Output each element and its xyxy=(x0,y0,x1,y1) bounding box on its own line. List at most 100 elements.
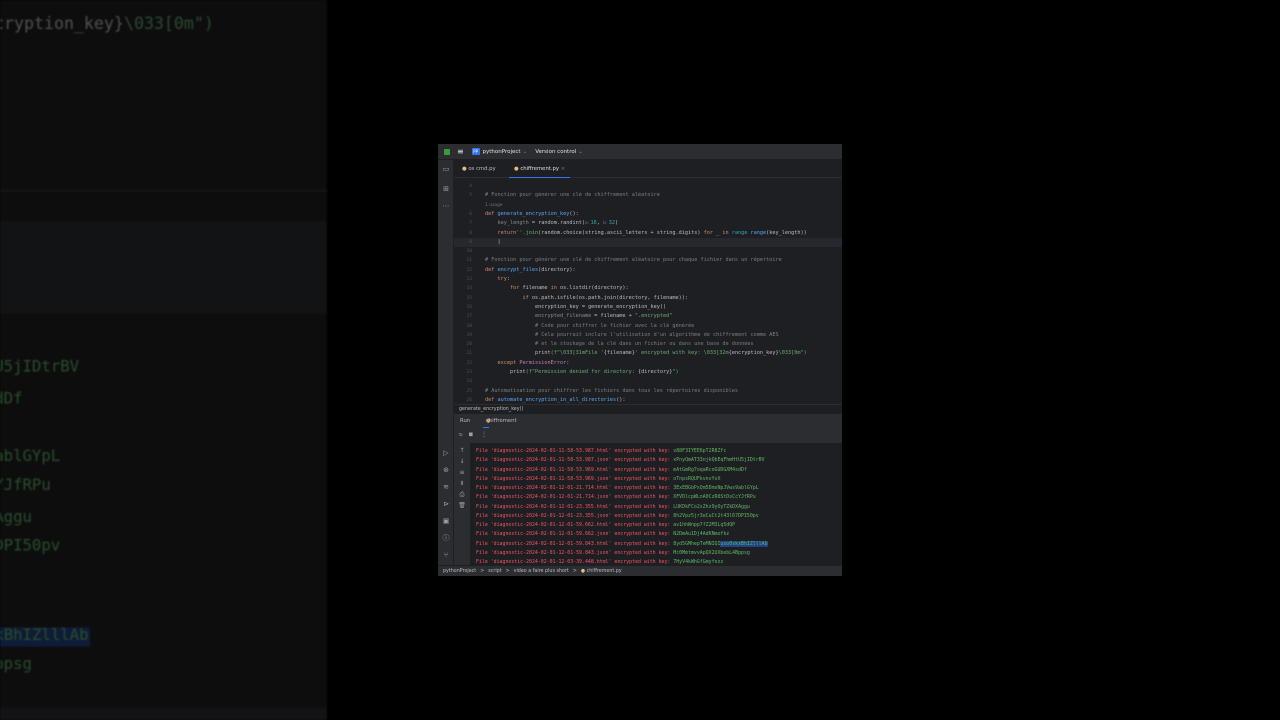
line-number: 10 xyxy=(466,249,472,255)
code-line[interactable]: 16 encryption_key = generate_encryption_… xyxy=(454,303,842,312)
run-panel-header: Run ● chiffrement × xyxy=(454,414,842,428)
code-line: 20 # et le stockage de la clé dans un fi… xyxy=(0,0,327,14)
code-text: key_length = random.randint(a: 16, b: 32… xyxy=(485,219,618,228)
folder-icon[interactable]: ▭ xyxy=(442,165,450,173)
code-line[interactable]: 25 # Automatisation pour chiffrer les fic… xyxy=(454,387,842,396)
code-text: # et le stockage de la clé dans un fichi… xyxy=(0,0,44,14)
run-toolbar: ↻ ■ ⋮ xyxy=(0,265,327,314)
code-breadcrumb[interactable]: generate_encryption_key() xyxy=(454,404,842,414)
rerun-icon[interactable]: ↻ xyxy=(459,431,463,438)
code-token: # Automatisation pour chiffrer les fichi… xyxy=(485,387,738,394)
console-key: oTnpsRQUFkvnvYvX xyxy=(673,475,721,482)
stop-icon[interactable]: ■ xyxy=(469,431,473,438)
project-selector[interactable]: pythonProject xyxy=(483,149,521,155)
code-line[interactable]: 20 # et le stockage de la clé dans un fi… xyxy=(454,340,842,349)
console-line: File 'diagnostic-2024-02-01-11-58-53.987… xyxy=(476,448,726,454)
code-token: ".encrypted" xyxy=(634,313,673,320)
scroll-to-end-icon[interactable]: ⇟ xyxy=(458,480,466,488)
arrow-down-icon[interactable]: ↓ xyxy=(458,458,466,466)
git-icon[interactable]: ⑂ xyxy=(442,551,450,559)
console-key: 3ExEBGbPxQm5DmxNpJVws9ablGYpL xyxy=(673,485,759,491)
code-line[interactable]: 10 xyxy=(454,247,842,256)
left-tool-strip: ▭ ⊞ ⋯ ▷ ⊛ ≋ ⊳ ▣ ⓘ ⑂ xyxy=(438,160,454,565)
run-icon[interactable]: ▷ xyxy=(442,449,450,457)
breadcrumb-item[interactable]: pythonProject xyxy=(443,569,476,574)
code-line[interactable]: 18 # Code pour chiffrer le fichier avec … xyxy=(454,322,842,331)
print-icon[interactable]: ⎙ xyxy=(458,491,466,499)
line-number: 24 xyxy=(466,379,472,385)
code-text: print(f"\033[31mFile '{filename}' encryp… xyxy=(0,14,214,44)
code-token: # Fonction pour générer une clé de chiff… xyxy=(485,192,660,199)
console-prefix: File ' xyxy=(476,549,494,556)
services-icon[interactable]: ⊳ xyxy=(442,500,450,508)
soft-wrap-icon[interactable]: ≡ xyxy=(458,469,466,477)
code-line[interactable]: 4 xyxy=(454,182,842,191)
console-prefix: File ' xyxy=(476,512,494,519)
code-line[interactable]: 13 try: xyxy=(454,275,842,284)
tab-label: chiffrement.py xyxy=(520,166,560,172)
console-line: File 'diagnostic-2024-02-01-12-01-59.843… xyxy=(0,655,32,674)
console-key: xPnyQmAT33njkQbEqFhmHtU5jIDtrBV xyxy=(673,457,765,464)
run-tab-label: chiffrement xyxy=(486,418,517,424)
code-line[interactable]: 19 # Cela pourrait inclure l'utilisation… xyxy=(454,331,842,340)
breadcrumb-item[interactable]: video a faire plus short xyxy=(514,569,569,574)
code-line[interactable]: 1 usage xyxy=(454,201,842,210)
code-line[interactable]: 6 def generate_encryption_key(): xyxy=(454,210,842,219)
status-bar-breadcrumb: pythonProject>script>video a faire plus … xyxy=(0,704,327,720)
run-tab-chiffrement[interactable]: ● chiffrement × xyxy=(483,414,517,428)
code-line[interactable]: 15 if os.path.isfile(os.path.join(direct… xyxy=(454,294,842,303)
hamburger-menu-icon[interactable]: ≡ xyxy=(457,147,464,155)
line-number: 26 xyxy=(466,397,472,403)
console-line: File 'diagnostic-2024-02-01-11-58-53.969… xyxy=(0,389,23,408)
status-bar-breadcrumb: pythonProject>script>video a faire plus … xyxy=(438,565,842,576)
console-key: 3ExEBGbPxQm5DmxNpJVws9ablGYpL xyxy=(0,448,61,468)
console-mid: ' encrypted with key: xyxy=(608,494,674,501)
code-token: os.path.isfile(os.path.join(directory, f… xyxy=(528,294,689,301)
code-line[interactable]: 7 key_length = random.randint(a: 16, b: … xyxy=(454,219,842,228)
code-line[interactable]: 14 for filename in os.listdir(directory)… xyxy=(454,284,842,293)
code-line: 23 print(f"Permission denied for directo… xyxy=(0,74,327,104)
console-prefix: File ' xyxy=(476,475,494,482)
code-line[interactable]: 26 def automate_encryption_in_all_directo… xyxy=(454,396,842,404)
code-editor[interactable]: 4 5 # Fonction pour générer une clé de chi… xyxy=(454,178,842,404)
run-console-output[interactable]: ↑ ↓ ≡ ⇟ ⎙ 🗑 File 'diagnostic-2024-02-01-… xyxy=(454,443,842,565)
code-line[interactable]: 24 xyxy=(454,377,842,386)
line-number: 25 xyxy=(466,388,472,394)
structure-icon[interactable]: ⊞ xyxy=(442,185,450,193)
close-run-tab-icon[interactable]: × xyxy=(486,414,490,428)
console-line: File 'diagnostic-2024-02-01-11-58-53.969… xyxy=(476,467,747,473)
tab-os-cmd[interactable]: ● os cmd.py xyxy=(457,160,501,178)
problems-icon[interactable]: ⓘ xyxy=(442,534,450,542)
code-line[interactable]: 23 print(f"Permission denied for directo… xyxy=(454,368,842,377)
run-toolbar: ↻ ■ ⋮ xyxy=(454,428,842,443)
code-line[interactable]: 8 return''.join(random.choice(string.asc… xyxy=(454,229,842,238)
code-line[interactable]: 22 except PermissionError: xyxy=(454,359,842,368)
code-text: encrypted_filename = filename + ".encryp… xyxy=(485,312,672,321)
more-icon[interactable]: ⋯ xyxy=(442,202,450,210)
version-control-menu[interactable]: Version control xyxy=(535,149,576,155)
code-token: key_length xyxy=(485,220,529,227)
layers-icon[interactable]: ≋ xyxy=(442,483,450,491)
code-line[interactable]: 9 | xyxy=(454,237,842,248)
close-tab-icon[interactable]: × xyxy=(561,166,565,172)
python-packages-icon[interactable]: ⊛ xyxy=(442,466,450,474)
code-token: # Code pour chiffrer le fichier avec la … xyxy=(485,322,695,329)
breadcrumb-item[interactable]: chiffrement.py xyxy=(587,569,622,574)
code-line[interactable]: 5 # Fonction pour générer une clé de chif… xyxy=(454,191,842,200)
more-options-icon[interactable]: ⋮ xyxy=(481,431,487,438)
line-number: 14 xyxy=(466,286,472,292)
code-line[interactable]: 21 print(f"\033[31mFile '{filename}' enc… xyxy=(454,349,842,358)
tab-chiffrement[interactable]: ● chiffrement.py × xyxy=(509,160,571,178)
code-text: # Code pour chiffrer le fichier avec la … xyxy=(485,322,694,331)
console-line: File 'diagnostic-2024-02-01-12-01-23.355… xyxy=(476,504,750,510)
trash-icon[interactable]: 🗑 xyxy=(458,502,466,510)
console-key: Mc0MmtmvvApQX2UXbebL4Bppsg xyxy=(0,655,32,675)
run-console-output: ↑ ↓ ≡ ⇟ ⎙ 🗑 File 'diagnostic-2024-02-01-… xyxy=(0,313,327,705)
code-line[interactable]: 12 def encrypt_files(directory): xyxy=(454,266,842,275)
code-line[interactable]: 11 # Fonction pour générer une clé de chi… xyxy=(454,256,842,265)
breadcrumb-item[interactable]: script xyxy=(488,569,501,574)
code-text: # Automatisation pour chiffrer les fichi… xyxy=(485,387,738,396)
code-line[interactable]: 17 encrypted_filename = filename + ".enc… xyxy=(454,312,842,321)
terminal-icon[interactable]: ▣ xyxy=(442,517,450,525)
arrow-up-icon[interactable]: ↑ xyxy=(458,447,466,455)
